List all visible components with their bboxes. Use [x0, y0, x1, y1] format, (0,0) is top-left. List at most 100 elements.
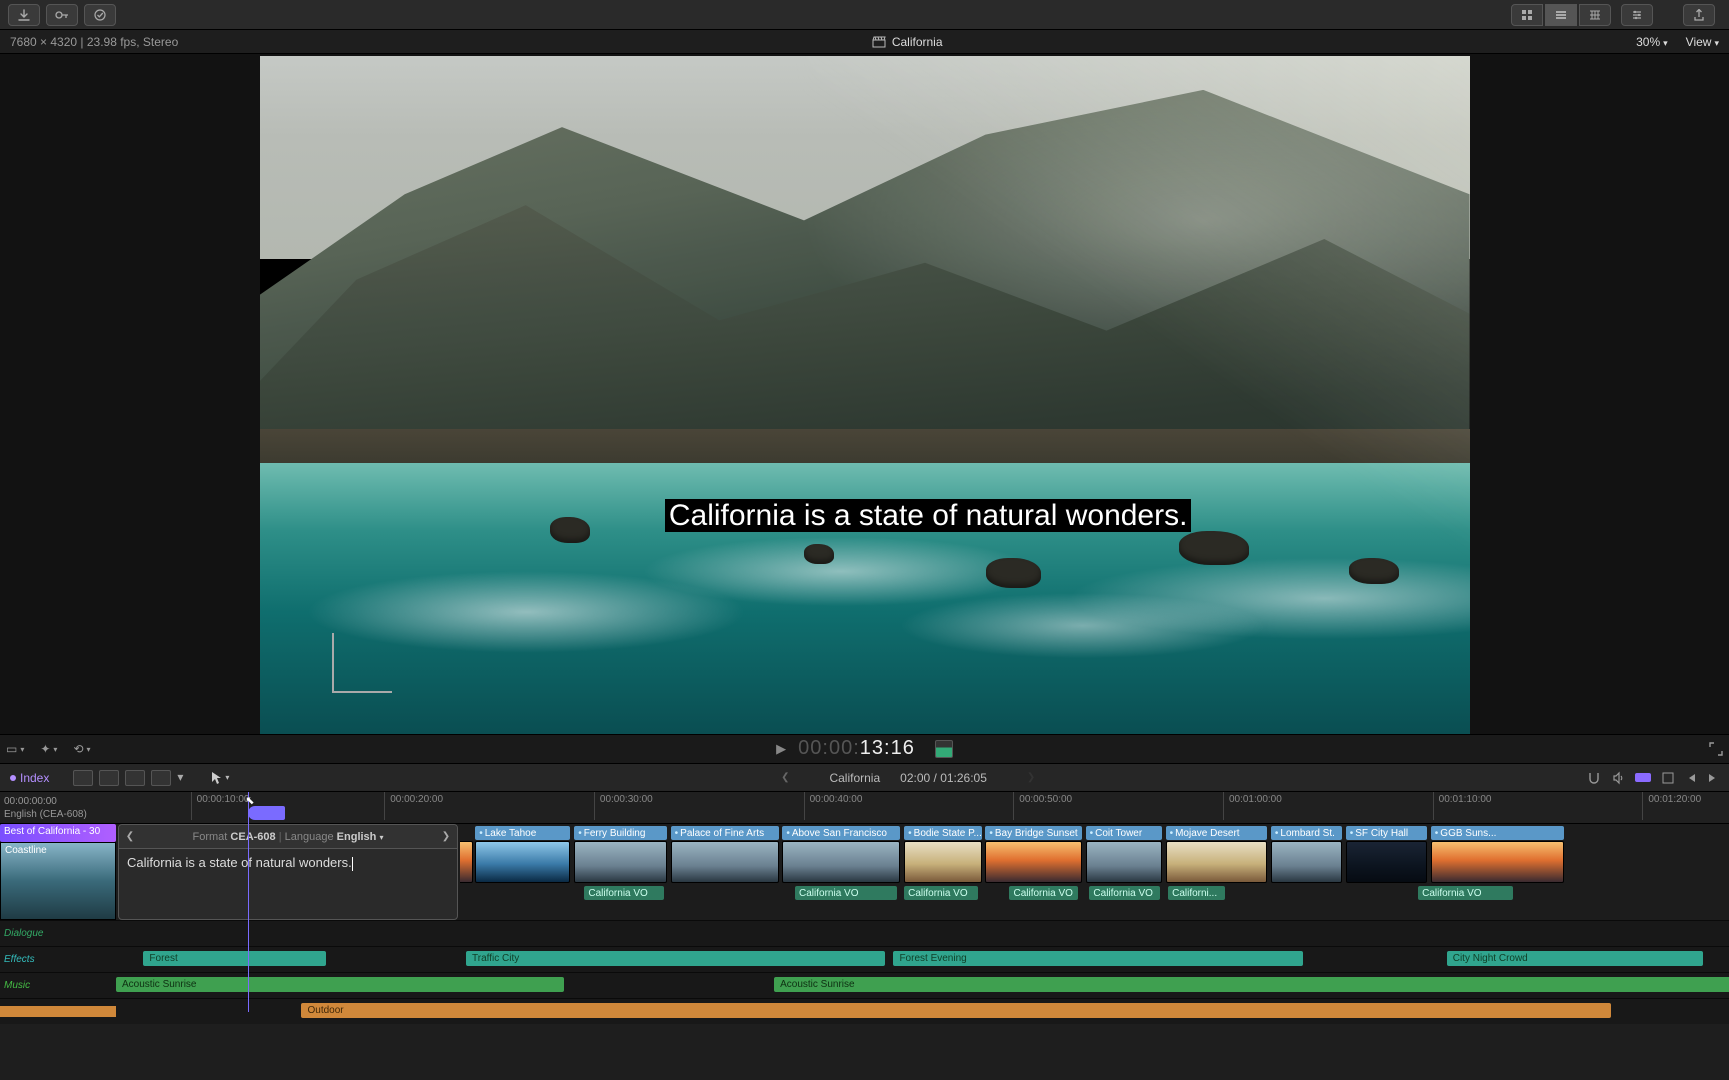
timeline-clips-strip[interactable]: California VO California VO California VO C… [460, 824, 1729, 920]
music-lane-label: Music [0, 980, 116, 991]
audio-region[interactable]: Acoustic Sunrise [116, 977, 564, 992]
viewer-canvas[interactable]: California is a state of natural wonders… [260, 56, 1470, 734]
caption-marker[interactable] [248, 806, 285, 820]
overwrite-clip-button[interactable] [151, 770, 171, 786]
clip-thumbnail[interactable] [904, 841, 981, 883]
retime-menu[interactable]: ⟲▾ [73, 742, 90, 756]
connected-clip[interactable]: Above San Francisco [782, 826, 900, 840]
fullscreen-button[interactable] [1709, 742, 1723, 756]
clip-thumbnail[interactable] [985, 841, 1081, 883]
vo-lane: California VO California VO California VO C… [460, 886, 1729, 902]
timecode-display[interactable]: 00:00:13:16 [798, 737, 915, 761]
browser-compound-clip[interactable]: Best of California - 30 [0, 824, 116, 842]
view-dropdown[interactable]: View▾ [1686, 35, 1719, 49]
connected-clip[interactable]: Ferry Building [574, 826, 667, 840]
resolution-fps-label: 7680 × 4320 | 23.98 fps, Stereo [10, 35, 178, 49]
clip-thumbnail[interactable] [460, 841, 473, 883]
skimming-button[interactable] [1635, 771, 1651, 785]
clip-thumbnail[interactable] [1166, 841, 1268, 883]
inspector-button[interactable] [1621, 4, 1653, 26]
filmstrip-view-button[interactable] [1579, 4, 1611, 26]
import-button[interactable] [8, 4, 40, 26]
effects-lane: Effects ForestTraffic CityForest Evening… [0, 946, 1729, 972]
share-button[interactable] [1683, 4, 1715, 26]
audio-region[interactable]: Outdoor [301, 1003, 1611, 1018]
append-clip-button[interactable] [125, 770, 145, 786]
cursor-icon: ⬉ [245, 794, 254, 807]
solo-button[interactable] [1661, 771, 1675, 785]
clip-thumbnail[interactable] [1086, 841, 1162, 883]
project-info-bar: 7680 × 4320 | 23.98 fps, Stereo Californ… [0, 30, 1729, 54]
audio-region[interactable]: City Night Crowd [1447, 951, 1703, 966]
voiceover-clip[interactable]: California VO [584, 886, 664, 900]
timeline-history-forward[interactable]: ❯ [1007, 772, 1055, 783]
clip-thumbnail[interactable] [671, 841, 779, 883]
clip-appearance-menu[interactable]: ▭▾ [6, 742, 24, 756]
browser-clip-thumb[interactable]: Coastline [0, 842, 116, 920]
connected-clip[interactable]: GGB Suns... [1431, 826, 1564, 840]
effects-tool-menu[interactable]: ✦▾ [40, 742, 57, 756]
effects-lane-track[interactable]: Forest Traffic City Forest Evening City Nig… [116, 947, 1729, 972]
clip-thumbnail[interactable] [1431, 841, 1564, 883]
voiceover-clip[interactable]: California VO [1089, 886, 1160, 900]
music-lane: Music Acoustic Sunrise Acoustic Sunrise [0, 972, 1729, 998]
voiceover-clip[interactable]: California VO [1009, 886, 1078, 900]
dialogue-lane-track[interactable] [116, 921, 1729, 946]
caption-text-input[interactable]: California is a state of natural wonders… [119, 849, 457, 919]
timeline-display-options [1587, 771, 1719, 785]
timeline-ruler[interactable]: 00:00:00:00 English (CEA-608) 00:00:10:0… [0, 792, 1729, 824]
clip-thumbnail[interactable] [1346, 841, 1427, 883]
keyword-button[interactable] [46, 4, 78, 26]
connected-clip[interactable]: SF City Hall [1346, 826, 1427, 840]
connected-clip[interactable]: Coit Tower [1086, 826, 1162, 840]
connected-clip[interactable]: Mojave Desert [1166, 826, 1268, 840]
voiceover-clip[interactable]: Californi... [1168, 886, 1225, 900]
list-view-button[interactable] [1545, 4, 1577, 26]
select-tool-menu[interactable]: ▾ [211, 771, 229, 785]
connected-clip[interactable]: Lombard St. [1271, 826, 1342, 840]
role-lanes: Dialogue Effects ForestTraffic CityFores… [0, 920, 1729, 1024]
go-to-end-button[interactable] [1707, 772, 1719, 784]
timeline-header: Index ▾ ▾ ❮ California 02:00 / 01:26:05 … [0, 764, 1729, 792]
music-lane-track[interactable]: Acoustic Sunrise Acoustic Sunrise [116, 973, 1729, 998]
tools-menu[interactable]: ▾ [177, 770, 187, 786]
audio-region[interactable]: Acoustic Sunrise [774, 977, 1729, 992]
audio-skimming-button[interactable] [1611, 771, 1625, 785]
audio-meter[interactable] [935, 740, 953, 758]
viewer-scene [260, 56, 1470, 734]
clip-thumbnail[interactable] [574, 841, 667, 883]
voiceover-clip[interactable]: California VO [795, 886, 897, 900]
audio-region[interactable]: Traffic City [466, 951, 885, 966]
connected-clip[interactable]: Bay Bridge Sunset [985, 826, 1081, 840]
ruler-tick: 00:00:50:00 [1019, 794, 1072, 805]
play-button[interactable]: ▶ [776, 741, 786, 757]
clip-thumbnail[interactable] [782, 841, 900, 883]
grid-view-button[interactable] [1511, 4, 1543, 26]
insert-clip-button[interactable] [99, 770, 119, 786]
caption-format-language[interactable]: Format CEA-608 | Language English ▾ [141, 831, 435, 843]
caption-editor-panel: ❮ Format CEA-608 | Language English ▾ ❯ … [118, 824, 458, 920]
clip-thumbnail[interactable] [1271, 841, 1342, 883]
connect-clip-button[interactable] [73, 770, 93, 786]
ruler-tick: 00:01:00:00 [1229, 794, 1282, 805]
caption-next-button[interactable]: ❯ [435, 831, 457, 842]
timeline-index-button[interactable]: Index [10, 771, 49, 785]
snapping-button[interactable] [1587, 771, 1601, 785]
project-title: California [892, 35, 943, 49]
caption-prev-button[interactable]: ❮ [119, 831, 141, 842]
connected-clip[interactable]: Bodie State P... [904, 826, 981, 840]
voiceover-clip[interactable]: California VO [904, 886, 978, 900]
audio-region[interactable]: Forest [143, 951, 325, 966]
voiceover-clip[interactable]: California VO [1418, 886, 1513, 900]
connected-clip[interactable]: Lake Tahoe [475, 826, 570, 840]
audio-region[interactable]: Forest Evening [893, 951, 1303, 966]
clip-thumbnail[interactable] [475, 841, 570, 883]
go-to-start-button[interactable] [1685, 772, 1697, 784]
ambience-lane-track[interactable]: Outdoor [116, 999, 1729, 1024]
timeline-position-duration: 02:00 / 01:26:05 [900, 771, 987, 785]
zoom-dropdown[interactable]: 30%▾ [1636, 35, 1668, 49]
connected-clip[interactable]: Palace of Fine Arts [671, 826, 779, 840]
ruler-ticks[interactable]: 00:00:10:0000:00:20:0000:00:30:0000:00:4… [116, 792, 1729, 823]
bg-tasks-button[interactable] [84, 4, 116, 26]
timeline-history-back[interactable]: ❮ [761, 772, 809, 783]
